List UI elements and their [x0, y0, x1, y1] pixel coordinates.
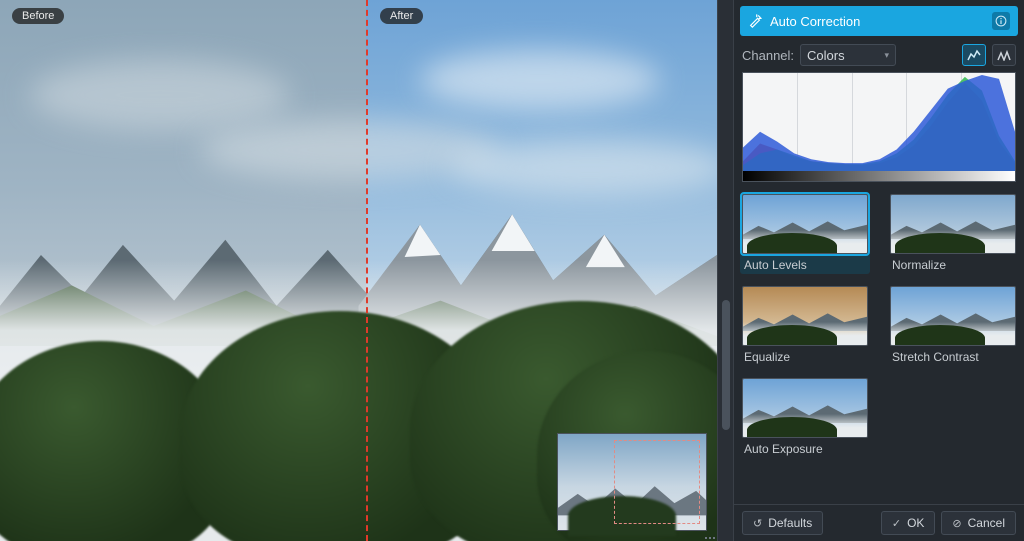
preset-thumb	[742, 286, 868, 346]
after-badge: After	[380, 8, 423, 24]
side-scrollbar[interactable]	[718, 0, 734, 541]
channel-selected-value: Colors	[807, 48, 845, 63]
preset-grid: Auto Levels Normalize Equalize Stretch Cont…	[742, 194, 1016, 456]
navigator-viewport[interactable]	[614, 440, 700, 524]
ok-button-label: OK	[907, 516, 924, 530]
ok-button[interactable]: ✓ OK	[881, 511, 936, 535]
preset-caption: Auto Exposure	[742, 442, 868, 456]
panel-title: Auto Correction	[770, 14, 984, 29]
defaults-button-label: Defaults	[768, 516, 812, 530]
channel-row: Channel: Colors ▾	[734, 44, 1024, 72]
histogram-gradient	[743, 171, 1015, 181]
reset-icon: ↺	[753, 517, 762, 530]
preset-equalize[interactable]: Equalize	[742, 286, 868, 364]
preset-normalize[interactable]: Normalize	[890, 194, 1016, 272]
histogram-log-toggle[interactable]	[992, 44, 1016, 66]
histogram-series-blue	[743, 75, 1015, 171]
preset-caption: Equalize	[742, 350, 868, 364]
preset-auto-levels[interactable]: Auto Levels	[740, 192, 870, 274]
panel-header: Auto Correction	[740, 6, 1018, 36]
preset-thumb	[742, 194, 868, 254]
preset-auto-exposure[interactable]: Auto Exposure	[742, 378, 868, 456]
defaults-button[interactable]: ↺ Defaults	[742, 511, 823, 535]
channel-select[interactable]: Colors ▾	[800, 44, 896, 66]
check-icon: ✓	[892, 517, 901, 530]
resize-grip-icon[interactable]	[703, 531, 715, 541]
preset-thumb	[890, 286, 1016, 346]
side-scrollbar-thumb[interactable]	[722, 300, 730, 430]
preset-caption: Stretch Contrast	[890, 350, 1016, 364]
preview-pane[interactable]: Before After	[0, 0, 718, 541]
preset-stretch-contrast[interactable]: Stretch Contrast	[890, 286, 1016, 364]
before-after-divider[interactable]	[366, 0, 368, 541]
preset-thumb	[742, 378, 868, 438]
cancel-icon: ⊘	[952, 517, 961, 530]
preset-caption: Auto Levels	[742, 258, 868, 272]
preset-thumb	[890, 194, 1016, 254]
channel-label: Channel:	[742, 48, 794, 63]
side-panel: Auto Correction Channel: Colors ▾	[734, 0, 1024, 541]
before-badge: Before	[12, 8, 64, 24]
navigator-thumbnail[interactable]	[557, 433, 707, 531]
presets-area: Auto Levels Normalize Equalize Stretch Cont…	[734, 188, 1024, 504]
dialog-footer: ↺ Defaults ✓ OK ⊘ Cancel	[734, 504, 1024, 541]
histogram	[742, 72, 1016, 182]
cancel-button-label: Cancel	[968, 516, 1005, 530]
histogram-svg	[743, 73, 1015, 171]
info-button[interactable]	[992, 12, 1010, 30]
wand-icon	[748, 14, 762, 28]
preset-caption: Normalize	[890, 258, 1016, 272]
app-root: Before After Auto Correction	[0, 0, 1024, 541]
histogram-linear-toggle[interactable]	[962, 44, 986, 66]
chevron-down-icon: ▾	[885, 50, 890, 61]
cancel-button[interactable]: ⊘ Cancel	[941, 511, 1016, 535]
